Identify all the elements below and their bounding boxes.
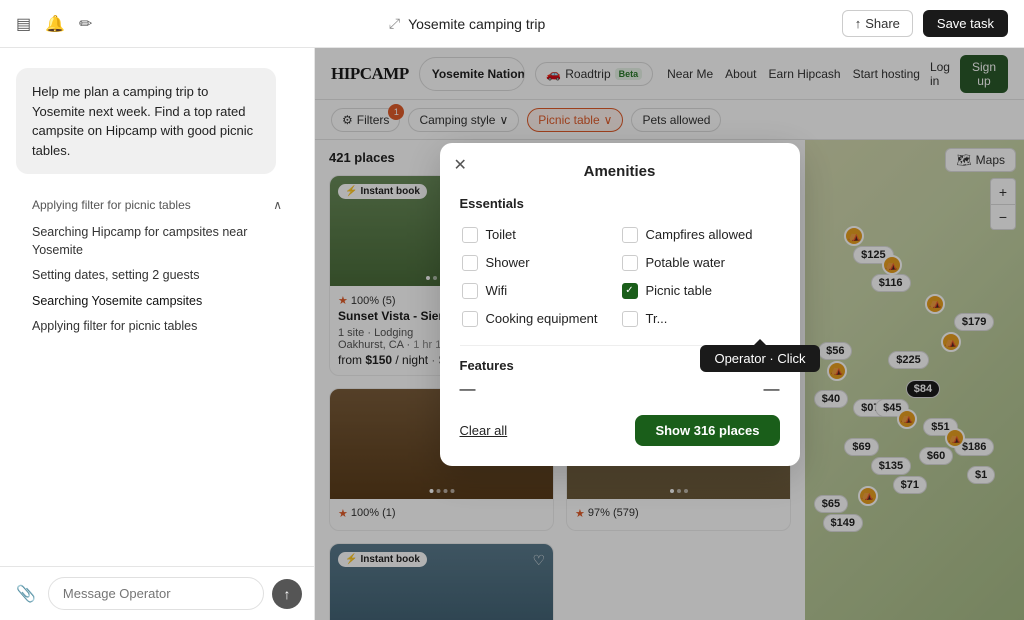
hipcamp-panel: HIPCAMP Yosemite National Park Mar 15 – … [315,48,1024,620]
send-button[interactable]: ↑ [272,579,302,609]
modal-overlay[interactable]: ✕ Amenities Essentials Toilet Shower [315,48,1024,620]
main-content: Help me plan a camping trip to Yosemite … [0,48,1024,620]
chat-area: Help me plan a camping trip to Yosemite … [0,48,314,566]
page-title: ⤢ Yosemite camping trip [108,15,825,32]
toilet-checkbox[interactable] [462,227,478,243]
checkbox-toilet[interactable]: Toilet [460,221,620,249]
attach-button[interactable]: 📎 [12,580,40,608]
checkbox-wifi[interactable]: Wifi [460,277,620,305]
clear-all-button[interactable]: Clear all [460,423,508,438]
features-title: Features [460,358,780,373]
activity-item: Setting dates, setting 2 guests [32,263,282,289]
amenities-modal: ✕ Amenities Essentials Toilet Shower [440,143,800,466]
trash-checkbox[interactable] [622,311,638,327]
features-row: — — [460,381,780,399]
amenities-columns: Toilet Shower Wifi Cooking equipmen [460,221,780,333]
sidebar: Help me plan a camping trip to Yosemite … [0,48,315,620]
checkbox-water[interactable]: Potable water [620,249,780,277]
modal-close-button[interactable]: ✕ [454,155,467,175]
essentials-title: Essentials [460,196,780,211]
activity-item-active: Searching Yosemite campsites [32,289,282,315]
notifications-icon[interactable]: 🔔 [45,14,65,34]
top-bar-actions: ↑ Share Save task [842,10,1008,37]
top-bar: ▤ 🔔 ✏ ⤢ Yosemite camping trip ↑ Share Sa… [0,0,1024,48]
toilet-label: Toilet [486,227,516,242]
water-label: Potable water [646,255,726,270]
chat-bubble: Help me plan a camping trip to Yosemite … [16,68,276,174]
edit-icon[interactable]: ✏ [79,14,92,34]
checkbox-campfires[interactable]: Campfires allowed [620,221,780,249]
minimize-icon[interactable]: ⤢ [389,15,400,32]
cooking-label: Cooking equipment [486,311,598,326]
campfires-checkbox[interactable] [622,227,638,243]
modal-divider [460,345,780,346]
modal-actions: Clear all Show 316 places [460,415,780,446]
share-button[interactable]: ↑ Share [842,10,913,37]
campfires-label: Campfires allowed [646,227,753,242]
activity-section: Applying filter for picnic tables ∧ Sear… [16,190,298,352]
modal-title: Amenities [460,163,780,180]
features-placeholder: — [460,381,476,399]
cooking-checkbox[interactable] [462,311,478,327]
chevron-up-icon: ∧ [273,198,282,212]
shower-checkbox[interactable] [462,255,478,271]
wifi-label: Wifi [486,283,508,298]
message-input-area: 📎 ↑ [0,566,314,620]
activity-item: Applying filter for picnic tables [32,314,282,340]
wifi-checkbox[interactable] [462,283,478,299]
features-placeholder2: — [764,381,780,399]
activity-header[interactable]: Applying filter for picnic tables ∧ [32,198,282,212]
top-bar-icons: ▤ 🔔 ✏ [16,14,92,34]
show-places-button[interactable]: Show 316 places [635,415,779,446]
picnic-checkbox[interactable] [622,283,638,299]
water-checkbox[interactable] [622,255,638,271]
checkbox-cooking[interactable]: Cooking equipment [460,305,620,333]
picnic-label: Picnic table [646,283,712,298]
activity-item: Searching Hipcamp for campsites near Yos… [32,220,282,263]
shower-label: Shower [486,255,530,270]
share-icon: ↑ [855,16,862,31]
checkbox-picnic[interactable]: Picnic table [620,277,780,305]
message-input[interactable] [48,577,264,610]
sidebar-toggle-icon[interactable]: ▤ [16,14,31,34]
trash-label: Tr... [646,311,668,326]
checkbox-trash[interactable]: Tr... [620,305,780,333]
save-task-button[interactable]: Save task [923,10,1008,37]
checkbox-shower[interactable]: Shower [460,249,620,277]
